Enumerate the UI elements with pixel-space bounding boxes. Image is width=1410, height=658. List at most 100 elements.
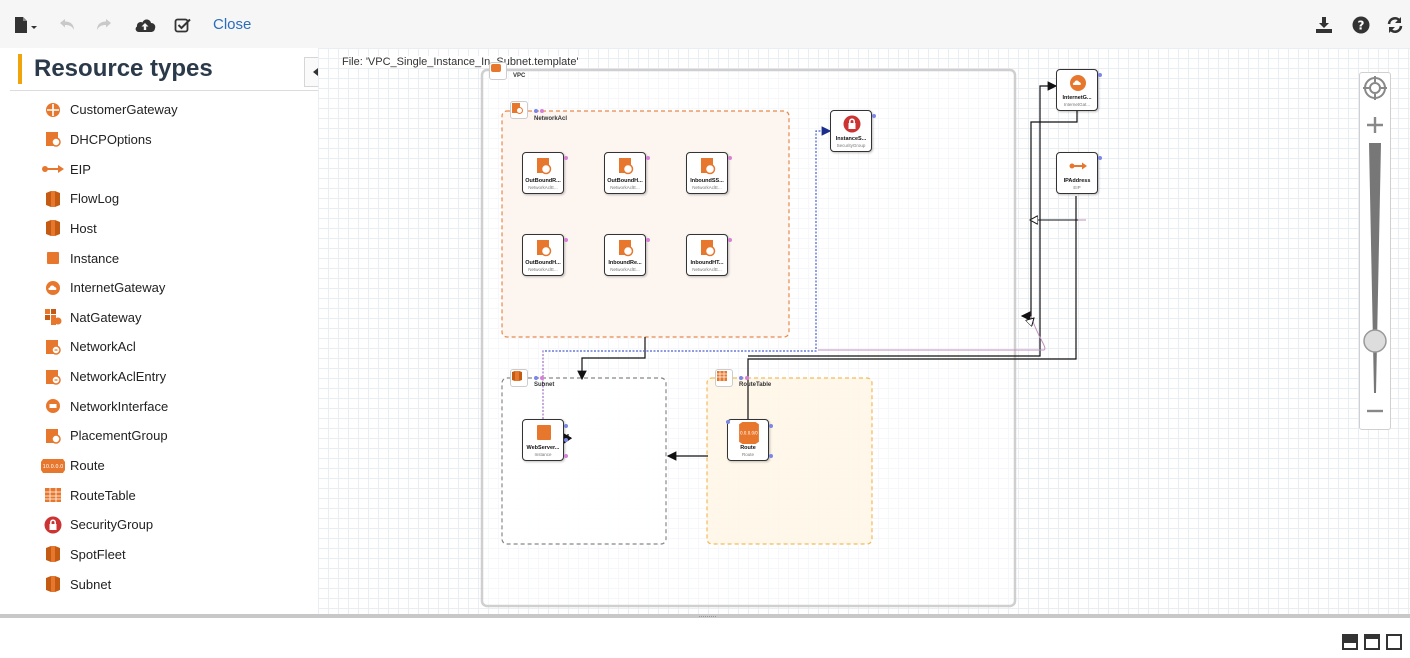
undo-button[interactable] <box>56 12 78 38</box>
network-acl-entry-icon <box>40 368 66 386</box>
port-dot[interactable] <box>564 424 568 428</box>
network-acl-entry-icon <box>619 240 634 257</box>
route-icon: 0.0.0.0/0 <box>739 422 759 444</box>
resource-item-label: Instance <box>70 250 120 266</box>
layout-split-panel-button[interactable] <box>1364 634 1380 650</box>
port-dot[interactable] <box>534 109 538 113</box>
resource-item-natgateway[interactable]: NatGateway <box>10 302 318 332</box>
resource-item-securitygroup[interactable]: SecurityGroup <box>10 510 318 540</box>
resource-item-subnet[interactable]: Subnet <box>10 569 318 599</box>
network-acl-entry-icon <box>537 240 552 257</box>
zoom-out-icon[interactable] <box>1360 399 1390 423</box>
port-dot[interactable] <box>728 238 732 242</box>
flowlog-icon <box>40 190 66 208</box>
layout-full-canvas-button[interactable] <box>1386 634 1402 650</box>
resource-item-customergateway[interactable]: CustomerGateway <box>10 95 318 125</box>
port-dot[interactable] <box>745 376 749 380</box>
resource-item-partial[interactable] <box>10 599 318 614</box>
zoom-in-icon[interactable] <box>1360 113 1390 137</box>
checkbox-check-icon <box>174 18 191 33</box>
layout-bottom-panel-button[interactable] <box>1342 634 1358 650</box>
download-button[interactable] <box>1312 12 1336 38</box>
resource-item-networkacl[interactable]: NetworkAcl <box>10 332 318 362</box>
acl-entry-node[interactable]: OutBoundH... NetworkAclE... <box>604 152 650 194</box>
port-dot[interactable] <box>739 376 743 380</box>
network-acl-entry-icon <box>537 158 552 175</box>
acl-entry-node[interactable]: OutBoundH... NetworkAclE... <box>522 234 568 276</box>
resource-item-instance[interactable]: Instance <box>10 243 318 273</box>
zoom-locate-icon[interactable] <box>1360 73 1390 103</box>
port-dot[interactable] <box>872 114 876 118</box>
port-dot[interactable] <box>1098 73 1102 77</box>
internet-gateway-node[interactable]: InternetG... InternetGat... <box>1056 69 1102 111</box>
port-dot[interactable] <box>540 376 544 380</box>
port-dot[interactable] <box>534 376 538 380</box>
resource-item-label: DHCPOptions <box>70 131 152 147</box>
placement-group-icon <box>40 427 66 445</box>
acl-entry-node[interactable]: InboundSS... NetworkAclE... <box>686 152 732 194</box>
port-dot[interactable] <box>1098 156 1102 160</box>
resource-item-host[interactable]: Host <box>10 214 318 244</box>
resource-item-networkinterface[interactable]: NetworkInterface <box>10 391 318 421</box>
port-dot[interactable] <box>564 156 568 160</box>
svg-text:?: ? <box>1358 19 1365 33</box>
resource-item-label: SpotFleet <box>70 546 126 562</box>
help-button[interactable]: ? <box>1350 12 1372 38</box>
subnet-container-icon <box>510 369 528 387</box>
node-type: InternetGat... <box>1063 102 1091 107</box>
resource-item-label: PlacementGroup <box>70 428 168 444</box>
resource-item-placementgroup[interactable]: PlacementGroup <box>10 421 318 451</box>
redo-button[interactable] <box>93 12 115 38</box>
port-dot[interactable] <box>769 454 773 458</box>
zoom-slider[interactable] <box>1360 143 1390 403</box>
new-file-menu-button[interactable] <box>10 12 42 38</box>
validate-button[interactable] <box>172 12 194 38</box>
port-dot[interactable] <box>564 454 568 458</box>
subnet-label: Subnet <box>534 382 555 388</box>
vpc-container-icon <box>489 62 507 80</box>
resource-item-flowlog[interactable]: FlowLog <box>10 184 318 214</box>
port-dot[interactable] <box>646 156 650 160</box>
internet-gateway-icon <box>40 279 66 297</box>
route-table-icon <box>40 486 66 504</box>
resource-item-routetable[interactable]: RouteTable <box>10 480 318 510</box>
security-group-icon <box>843 115 861 133</box>
upload-to-cloud-button[interactable] <box>132 12 158 38</box>
port-dot[interactable] <box>646 238 650 242</box>
dhcp-options-icon <box>40 130 66 148</box>
node-type: NetworkAclE... <box>528 267 558 272</box>
resource-item-internetgateway[interactable]: InternetGateway <box>10 273 318 303</box>
port-dot[interactable] <box>540 109 544 113</box>
title-divider <box>10 90 318 91</box>
security-group-node[interactable]: InstanceS... SecurityGroup <box>830 110 876 152</box>
resource-item-networkaclentry[interactable]: NetworkAclEntry <box>10 362 318 392</box>
acl-entry-node[interactable]: InboundHT... NetworkAclE... <box>686 234 732 276</box>
resource-item-label: InternetGateway <box>70 280 166 296</box>
cloud-upload-icon <box>135 19 156 32</box>
designer-canvas[interactable]: File: 'VPC_Single_Instance_In_Subnet.tem… <box>318 48 1410 614</box>
route-node[interactable]: 0.0.0.0/0 Route Route <box>726 419 773 461</box>
resource-item-spotfleet[interactable]: SpotFleet <box>10 540 318 570</box>
acl-entry-node[interactable]: OutBoundR... NetworkAclE... <box>522 152 568 194</box>
resource-item-dhcpoptions[interactable]: DHCPOptions <box>10 125 318 155</box>
collapse-panel-button[interactable] <box>304 57 318 87</box>
port-dot[interactable] <box>769 424 773 428</box>
acl-entry-node[interactable]: InboundRe... NetworkAclE... <box>604 234 650 276</box>
port-dot[interactable] <box>564 238 568 242</box>
download-icon <box>1316 17 1332 33</box>
port-dot[interactable] <box>726 420 730 424</box>
resize-handle[interactable] <box>698 615 718 618</box>
resource-item-route[interactable]: 10.0.0.0 Route <box>10 451 318 481</box>
spot-fleet-icon <box>40 545 66 563</box>
resource-item-label: EIP <box>70 161 91 177</box>
resource-item-eip[interactable]: EIP <box>10 154 318 184</box>
help-icon: ? <box>1352 16 1370 34</box>
port-dot[interactable] <box>564 438 568 442</box>
port-dot[interactable] <box>728 156 732 160</box>
eip-node[interactable]: IPAddress EIP <box>1056 152 1102 194</box>
close-link[interactable]: Close <box>213 16 251 33</box>
node-type: Route <box>741 452 754 457</box>
network-acl-entry-icon <box>701 158 716 175</box>
refresh-button[interactable] <box>1384 12 1406 38</box>
web-server-instance-node[interactable]: WebServer... Instance <box>522 419 568 461</box>
